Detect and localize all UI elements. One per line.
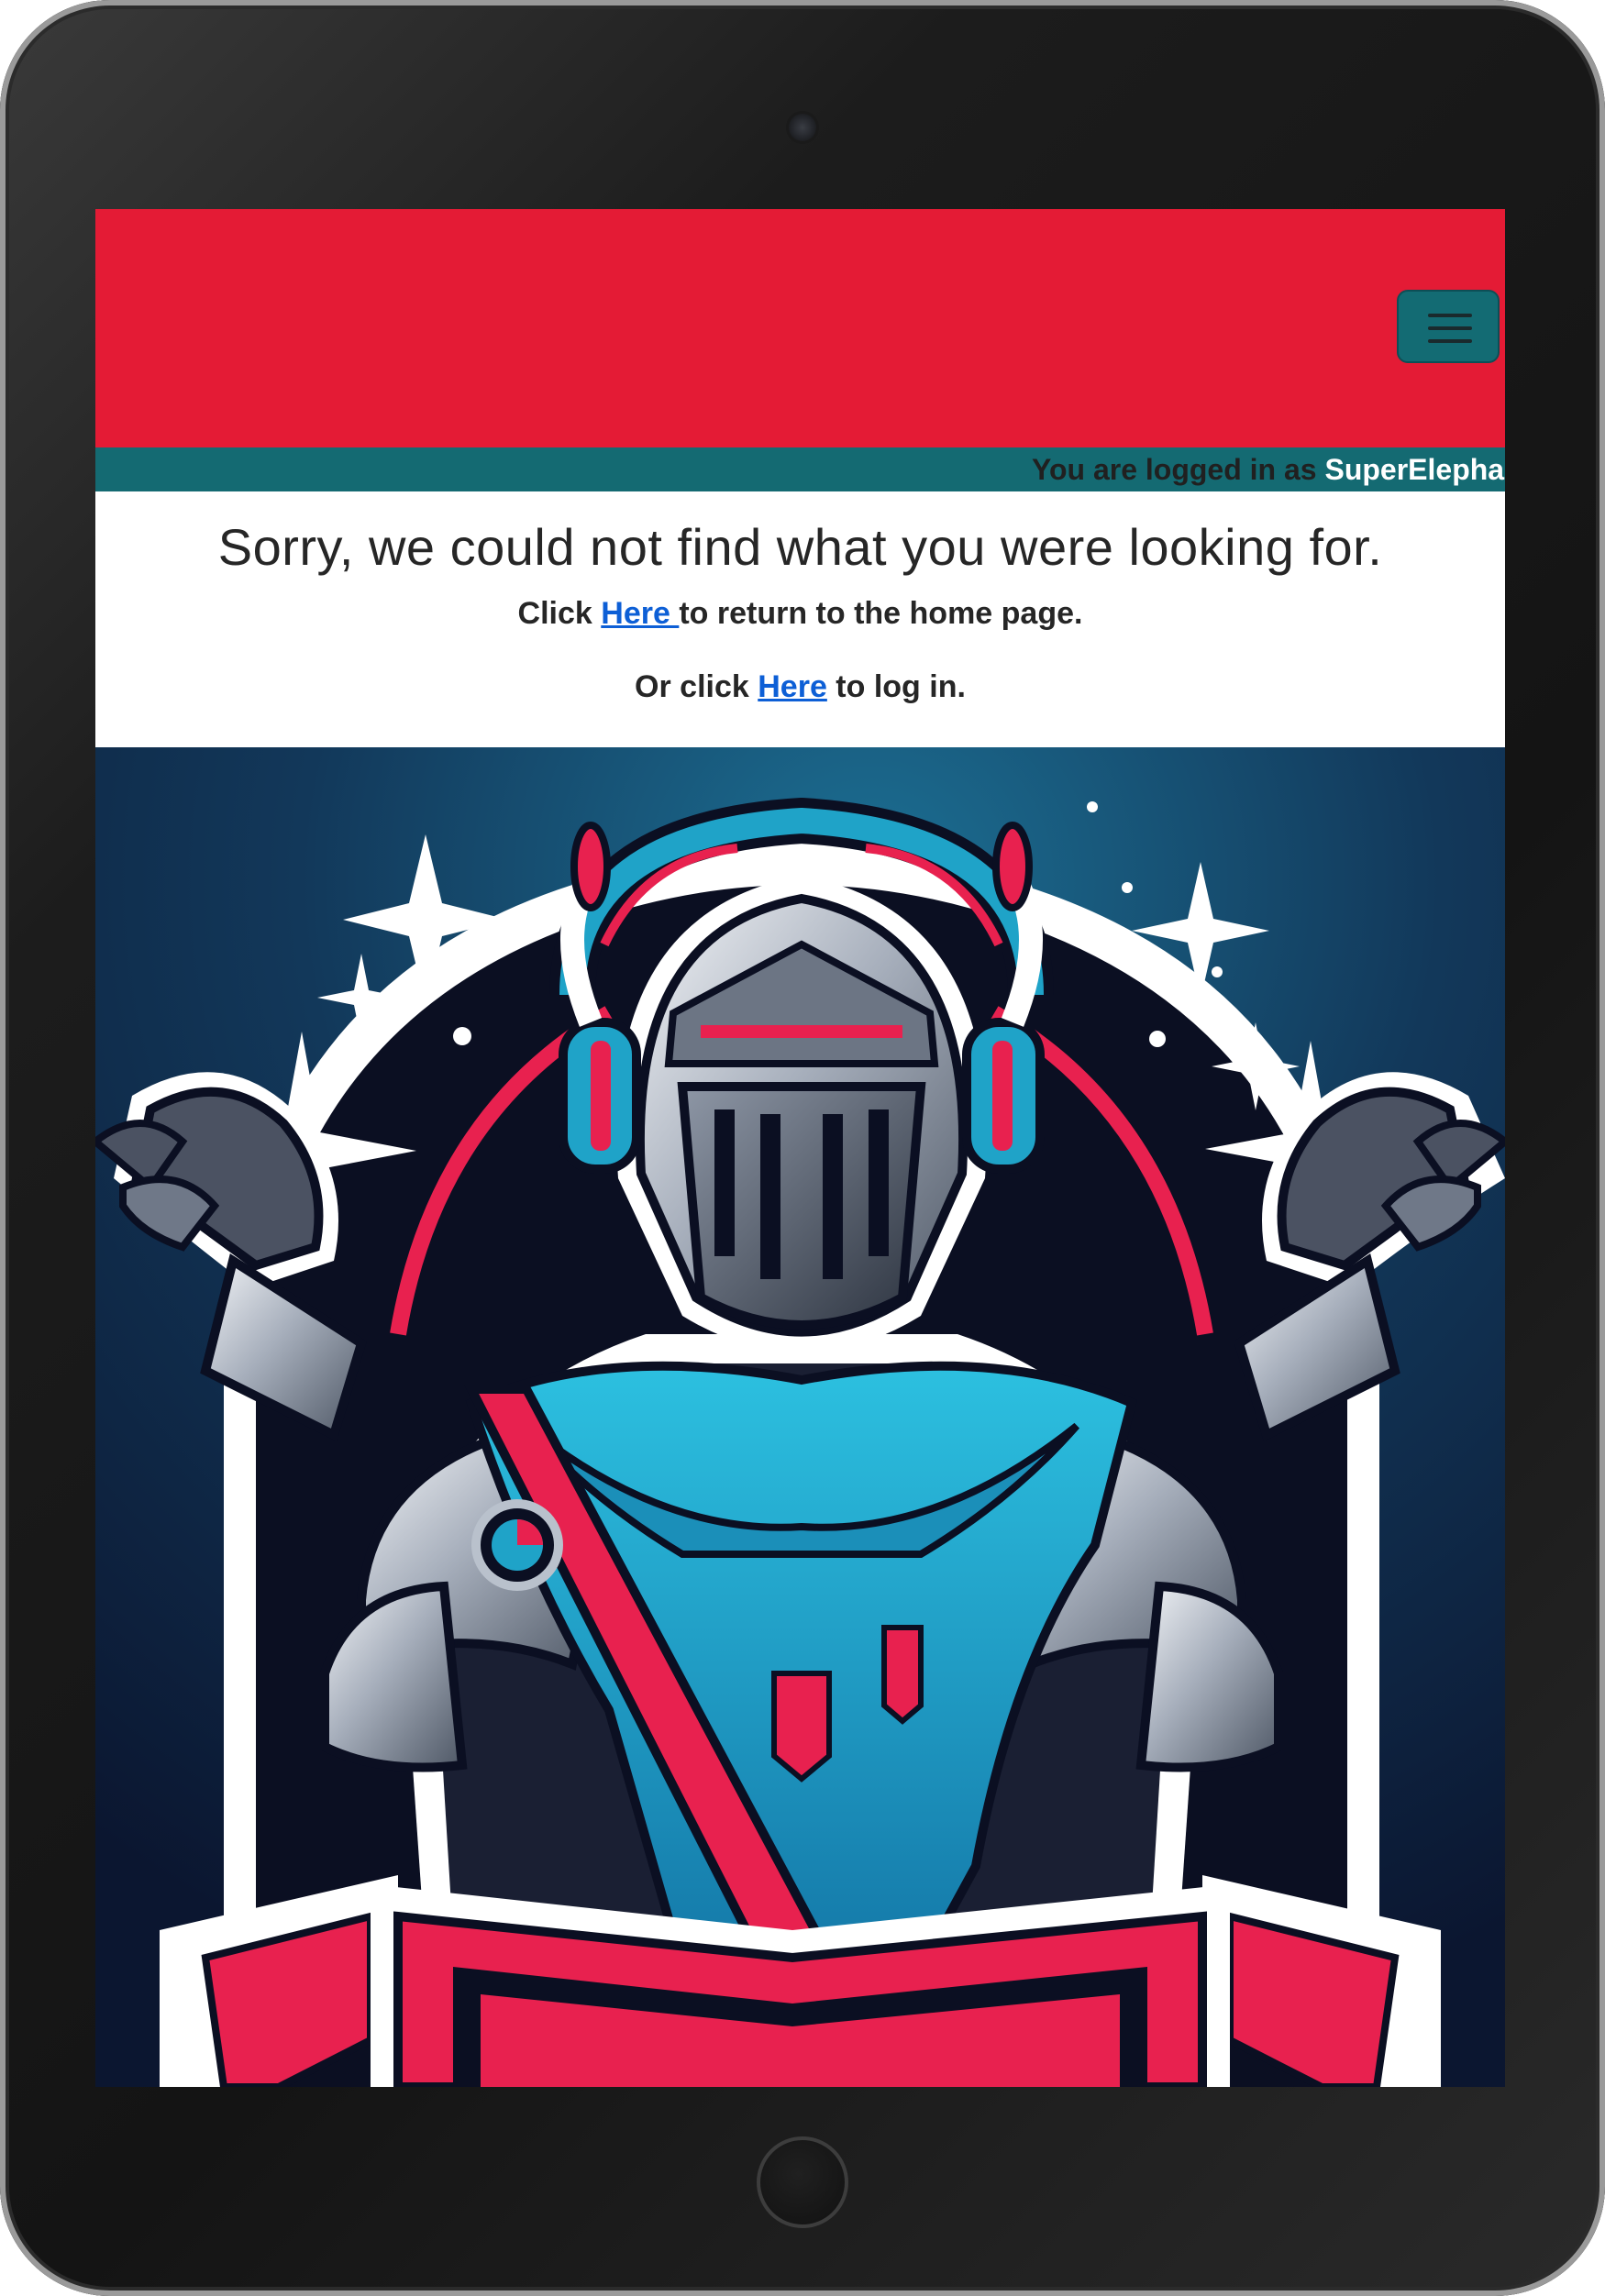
sparkle-icon [1122,882,1133,893]
home-button[interactable] [757,2136,848,2228]
navbar [95,209,1505,447]
scarf-tag [881,1625,924,1725]
home-prefix: Click [517,596,602,631]
login-prefix: Or click [635,669,758,704]
login-link[interactable]: Here [758,669,827,704]
menu-bar [1428,326,1472,330]
login-instruction: Or click Here to log in. [95,669,1505,705]
home-link[interactable]: Here [601,596,679,631]
login-username: SuperElephant [1324,453,1505,486]
login-status-bar: You are logged in as SuperElephant [95,447,1505,491]
home-instruction: Click Here to return to the home page. [95,596,1505,632]
sparkle-icon [1212,966,1223,977]
page-title: Sorry, we could not find what you were l… [217,518,1383,576]
sparkle-icon [1087,801,1098,812]
scarf-tag [771,1671,832,1783]
sparkle-icon [1149,1031,1166,1047]
not-found-message: Sorry, we could not find what you were l… [95,491,1505,747]
screen: You are logged in as SuperElephant Sorry… [95,209,1505,2087]
login-status-prefix: You are logged in as [1032,453,1325,486]
home-suffix: to return to the home page. [679,596,1083,631]
menu-bar [1428,314,1472,317]
sparkle-icon [453,1027,471,1045]
tablet-frame: You are logged in as SuperElephant Sorry… [0,0,1605,2296]
camera-icon [789,114,816,141]
login-suffix: to log in. [826,669,966,704]
menu-bar [1428,339,1472,343]
knight-mascot-illustration [95,747,1505,2087]
hamburger-menu-icon[interactable] [1397,290,1500,363]
